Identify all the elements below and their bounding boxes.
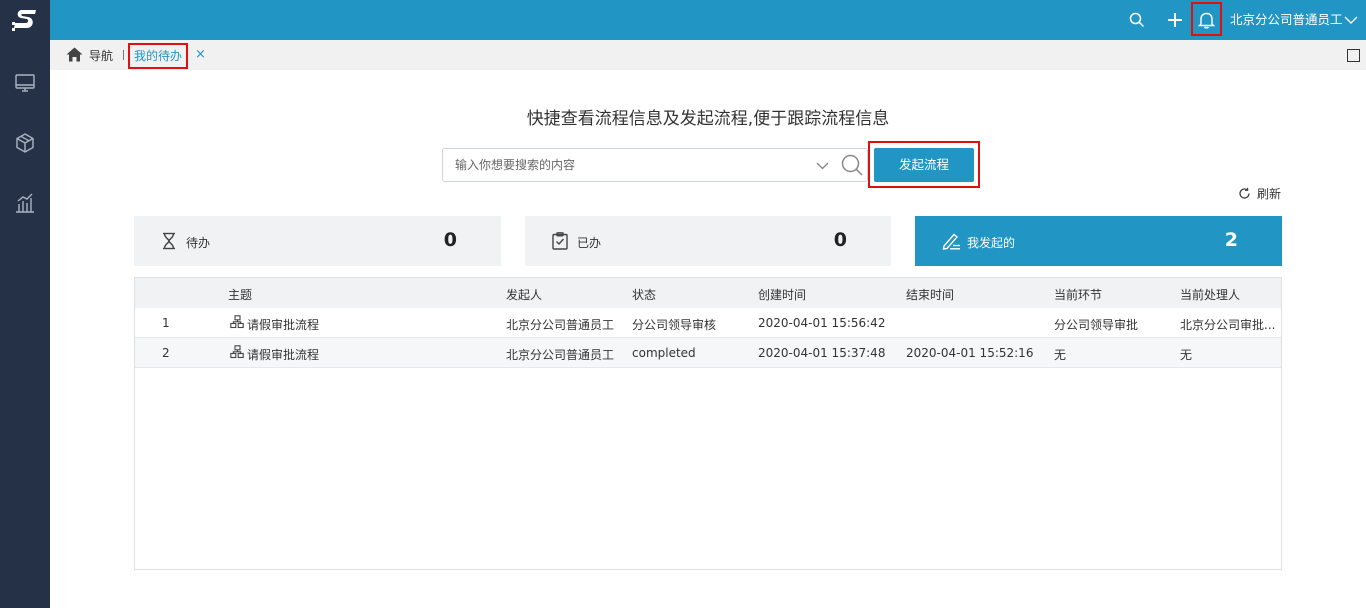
maximize-icon[interactable] xyxy=(1347,49,1360,62)
tab-navigation[interactable]: 导航 xyxy=(89,47,113,64)
tab-divider xyxy=(123,50,124,60)
row-status: 分公司领导审核 xyxy=(632,318,717,332)
table-row[interactable]: 2 请假审批流程 北京分公司普通员工 completed 2020-04-01 … xyxy=(135,338,1281,368)
card-done-count: 0 xyxy=(833,229,847,251)
row-current-stage: 分公司领导审批 xyxy=(1054,318,1139,332)
bar-chart-icon xyxy=(16,193,34,213)
home-icon[interactable] xyxy=(66,47,83,62)
row-number: 1 xyxy=(162,316,170,330)
plus-icon xyxy=(1168,13,1182,27)
row-current-handler: 北京分公司审批... xyxy=(1180,318,1276,332)
highlight-box-notifications xyxy=(1191,2,1222,36)
card-initiated[interactable]: 我发起的 2 xyxy=(915,216,1282,266)
chevron-down-icon[interactable] xyxy=(1344,13,1358,27)
tab-my-todo[interactable]: 我的待办 xyxy=(128,43,188,69)
column-header[interactable]: 结束时间 xyxy=(906,286,954,303)
tab-close-icon[interactable]: × xyxy=(195,47,206,62)
workflow-icon xyxy=(230,345,244,359)
row-end-time: 2020-04-01 15:52:16 xyxy=(906,346,1034,360)
clipboard-check-icon xyxy=(552,232,568,250)
logo[interactable] xyxy=(0,0,50,40)
sidebar-item-dashboard[interactable] xyxy=(0,63,50,103)
refresh-label: 刷新 xyxy=(1257,186,1282,201)
refresh-button[interactable]: 刷新 xyxy=(1238,185,1281,201)
sidebar-item-reports[interactable] xyxy=(0,183,50,223)
table-row[interactable]: 1 请假审批流程 北京分公司普通员工 分公司领导审核 2020-04-01 15… xyxy=(135,308,1281,338)
edit-icon xyxy=(942,233,960,250)
chevron-down-icon[interactable] xyxy=(816,159,829,172)
card-done[interactable]: 已办 0 xyxy=(525,216,891,266)
column-header[interactable]: 状态 xyxy=(632,286,656,303)
row-current-stage: 无 xyxy=(1054,348,1067,362)
column-header[interactable]: 当前处理人 xyxy=(1180,286,1240,303)
card-initiated-label: 我发起的 xyxy=(967,236,1016,250)
row-number: 2 xyxy=(162,346,170,360)
row-created-time: 2020-04-01 15:37:48 xyxy=(758,346,886,360)
card-initiated-count: 2 xyxy=(1224,229,1238,251)
add-button[interactable] xyxy=(1164,0,1186,40)
workflow-icon xyxy=(230,315,244,329)
card-done-label: 已办 xyxy=(577,236,602,250)
column-header[interactable]: 创建时间 xyxy=(758,286,806,303)
row-initiator: 北京分公司普通员工 xyxy=(506,348,615,362)
sidebar xyxy=(0,0,50,608)
row-subject[interactable]: 请假审批流程 xyxy=(247,346,319,363)
row-current-handler: 无 xyxy=(1180,348,1193,362)
sidebar-item-components[interactable] xyxy=(0,123,50,163)
user-menu[interactable]: 北京分公司普通员工 xyxy=(1230,0,1343,40)
search-button[interactable] xyxy=(1126,0,1148,40)
start-process-button[interactable]: 发起流程 xyxy=(874,148,974,182)
search-input[interactable] xyxy=(455,149,805,181)
search-icon xyxy=(1129,12,1145,28)
card-todo-count: 0 xyxy=(443,229,457,251)
row-status: completed xyxy=(632,346,696,360)
search-icon[interactable] xyxy=(841,154,863,176)
column-header[interactable]: 发起人 xyxy=(506,286,542,303)
process-table: 主题 发起人 状态 创建时间 结束时间 当前环节 当前处理人 1 请假审批流程 … xyxy=(134,277,1282,570)
tab-strip xyxy=(50,40,1366,70)
row-created-time: 2020-04-01 15:56:42 xyxy=(758,316,886,330)
table-header: 主题 发起人 状态 创建时间 结束时间 当前环节 当前处理人 xyxy=(135,278,1281,308)
page-headline: 快捷查看流程信息及发起流程,便于跟踪流程信息 xyxy=(526,109,890,129)
hourglass-icon xyxy=(163,232,175,250)
search-box xyxy=(442,148,868,182)
top-header xyxy=(50,0,1366,40)
card-todo[interactable]: 待办 0 xyxy=(134,216,501,266)
card-todo-label: 待办 xyxy=(186,236,211,250)
column-header[interactable]: 主题 xyxy=(228,286,252,303)
cube-icon xyxy=(16,133,34,153)
monitor-icon xyxy=(15,74,35,92)
refresh-icon xyxy=(1239,187,1250,199)
column-header[interactable]: 当前环节 xyxy=(1054,286,1102,303)
s-logo-icon xyxy=(12,10,36,31)
row-initiator: 北京分公司普通员工 xyxy=(506,318,615,332)
row-subject[interactable]: 请假审批流程 xyxy=(247,316,319,333)
